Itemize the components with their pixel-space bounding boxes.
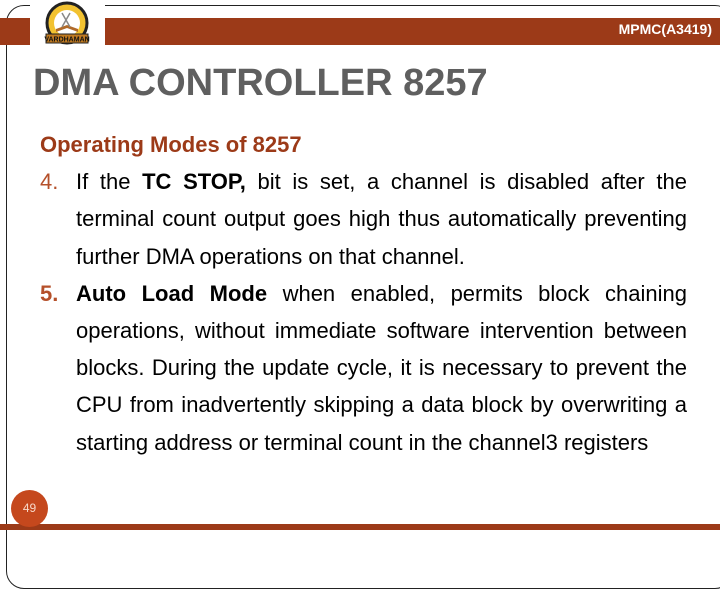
college-logo: VARDHAMAN	[44, 1, 90, 45]
list-text: Auto Load Mode when enabled, permits blo…	[76, 275, 687, 461]
bold-term: Auto Load Mode	[76, 280, 268, 306]
page-number-badge: 49	[11, 490, 48, 527]
course-code: MPMC(A3419)	[618, 21, 712, 37]
slide-content: Operating Modes of 8257 4. If the TC STO…	[40, 126, 687, 461]
section-heading: Operating Modes of 8257	[40, 132, 302, 157]
list-item: 5. Auto Load Mode when enabled, permits …	[40, 275, 687, 461]
slide-title: DMA CONTROLLER 8257	[33, 62, 488, 104]
text-after: when enabled, permits block chaining ope…	[76, 280, 687, 455]
header-bar	[0, 18, 720, 45]
bold-term: TC STOP,	[142, 169, 246, 195]
list-text: If the TC STOP, bit is set, a channel is…	[76, 163, 687, 275]
logo-text: VARDHAMAN	[44, 37, 89, 44]
list-item: 4. If the TC STOP, bit is set, a channel…	[40, 163, 687, 275]
footer-bar	[0, 524, 720, 530]
text-before: If the	[76, 169, 143, 195]
list-number: 5.	[40, 280, 59, 306]
list-number: 4.	[40, 169, 59, 195]
